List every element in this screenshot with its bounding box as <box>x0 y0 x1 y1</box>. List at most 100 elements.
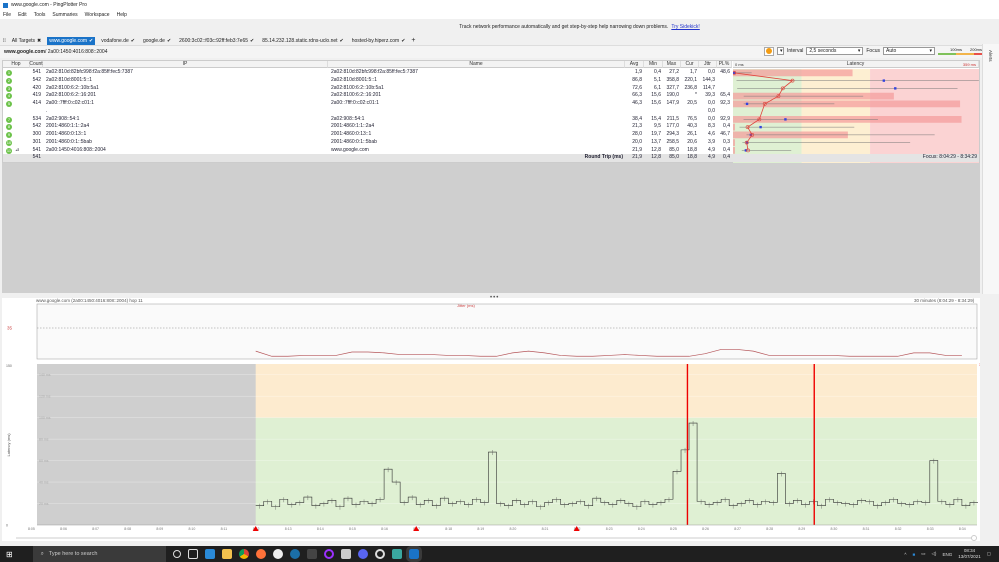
x-tick-label: 8:16 <box>381 527 388 531</box>
tab-3[interactable]: google.de ✔ <box>141 37 173 45</box>
menu-tools[interactable]: Tools <box>34 12 46 18</box>
menu-file[interactable]: File <box>3 12 11 18</box>
volume-icon[interactable]: ◁) <box>931 551 936 557</box>
cell-count: 419 <box>32 92 41 99</box>
interval-select[interactable]: 2,5 seconds ▾ <box>806 47 864 55</box>
sidekick-link[interactable]: Try Sidekick! <box>671 24 699 30</box>
cell-jttr: 144,3 <box>702 76 715 83</box>
network-icon[interactable]: ▭ <box>921 551 925 557</box>
table-row[interactable]: 4 419 2a02:8100:6:2::16:201 2a02:8100:6:2::… <box>3 92 732 100</box>
tab-5[interactable]: 85.14.232.128.static.rdns-uclo.net ✔ <box>260 37 346 45</box>
settings-icon[interactable] <box>374 549 385 559</box>
cell-name: 2001:4860:0:1::5bab <box>331 138 377 145</box>
add-tab-button[interactable]: + <box>411 37 415 44</box>
language-indicator[interactable]: ENG <box>942 552 952 557</box>
tab-0[interactable]: All Targets ✖ <box>10 37 43 45</box>
cell-cur: 20,6 <box>687 138 697 145</box>
header-latency[interactable]: Latency 0 ms 359 ms <box>733 61 979 68</box>
header-cur[interactable]: Cur <box>681 61 699 68</box>
jitter-threshold-label: 35 <box>7 326 13 331</box>
header-min[interactable]: Min <box>644 61 663 68</box>
cell-count: 541 <box>32 69 41 75</box>
jitter-panel <box>36 303 978 360</box>
notifications-icon[interactable]: ▢ <box>987 551 991 557</box>
bluetooth-icon[interactable]: ■ <box>912 552 915 557</box>
windows-start-icon[interactable]: ⊞ <box>6 550 13 559</box>
app-icon[interactable] <box>306 549 317 559</box>
close-icon[interactable]: ✖ <box>37 38 41 44</box>
table-row[interactable]: 9 300 2001:4860:0:13::1 2001:4860:0:13::1 28… <box>3 131 732 139</box>
check-icon[interactable]: ✔ <box>89 38 93 44</box>
taskbar-search[interactable]: ⌕ Type here to search <box>32 546 166 562</box>
alerts-side-tab[interactable]: Alerts <box>982 44 999 294</box>
check-icon[interactable]: ✔ <box>131 38 135 44</box>
app-icon[interactable] <box>391 549 402 559</box>
header-name[interactable]: Name <box>328 61 625 68</box>
discord-icon[interactable] <box>357 549 368 559</box>
table-row[interactable]: 3 420 2a02:8100:6:2::10b:5a1 2a02:8100:6:2:… <box>3 85 732 93</box>
cell-pl: 92,9 <box>720 115 730 122</box>
file-explorer-icon[interactable] <box>221 549 232 559</box>
tab-1[interactable]: www.google.com ✔ <box>47 36 96 45</box>
hop-status-icon: 8 <box>6 124 12 131</box>
hop-status-icon: 5 <box>6 101 12 107</box>
cell-count: 541 <box>32 146 41 153</box>
summary-count: 541 <box>32 154 41 161</box>
tab-2[interactable]: vodafone.de ✔ <box>99 37 137 45</box>
firefox-icon[interactable] <box>255 549 266 559</box>
app-ring-icon[interactable] <box>323 549 334 559</box>
menu-edit[interactable]: Edit <box>18 12 27 18</box>
pause-button[interactable] <box>763 46 774 56</box>
pingplotter-icon[interactable] <box>405 546 422 562</box>
tab-4[interactable]: 2600:3c02::f03c:92ff:feb3:7e65 ✔ <box>177 37 256 45</box>
menu-help[interactable]: Help <box>117 12 127 18</box>
table-row[interactable]: 8 542 2001:4860:1:1::2a4 2001:4860:1:1::2a4… <box>3 123 732 131</box>
header-pl[interactable]: PL% <box>717 61 732 68</box>
steam-icon[interactable] <box>289 549 300 559</box>
table-row[interactable]: 5 414 2a00::7fff:0:c02:c01:1 2a00::7fff:0:c… <box>3 100 732 108</box>
task-view-icon[interactable] <box>187 549 198 559</box>
header-max[interactable]: Max <box>663 61 681 68</box>
y-axis-label: Latency (ms) <box>6 433 11 457</box>
table-row[interactable]: . 0,0 <box>3 108 732 116</box>
header-ip[interactable]: IP <box>43 61 328 68</box>
cell-name: 2001:4860:1:1::2a4 <box>331 123 375 130</box>
table-row[interactable]: 7 534 2a02:908::54:1 2a02:908::54:1 38,4 15,4… <box>3 116 732 124</box>
vscode-icon[interactable] <box>204 549 215 559</box>
table-row[interactable]: 10 301 2001:4860:0:1::5bab 2001:4860:0:1::5… <box>3 139 732 147</box>
chevron-down-icon: ▾ <box>929 48 932 54</box>
table-row[interactable]: 1 541 2a02:810d:82bfc998:f2a:85ff:fec5:738… <box>3 69 732 77</box>
header-avg[interactable]: Avg <box>625 61 644 68</box>
cell-pl <box>717 77 730 84</box>
xbox-icon[interactable] <box>272 549 283 559</box>
cell-pl: 0,4 <box>723 146 730 153</box>
clock[interactable]: 08:34 13/07/2021 <box>958 548 981 560</box>
check-icon[interactable]: ✔ <box>250 38 254 44</box>
x-tick-label: 8:15 <box>349 527 356 531</box>
table-row[interactable]: 11 ⊿ 541 2a00:1450:4016:808::2004 www.google… <box>3 147 732 155</box>
header-jttr[interactable]: Jttr <box>699 61 717 68</box>
check-icon[interactable]: ✔ <box>340 38 344 44</box>
focus-select[interactable]: Auto ▾ <box>883 47 935 55</box>
cortana-icon[interactable] <box>172 550 181 558</box>
time-scrollbar-thumb[interactable] <box>971 535 977 541</box>
breadcrumb-target[interactable]: www.google.com <box>4 49 45 55</box>
menu-summaries[interactable]: Summaries <box>52 12 77 18</box>
tab-6[interactable]: hosted-by.hiperz.com ✔ <box>350 37 408 45</box>
system-tray: ^ ■ ▭ ◁) ENG 08:34 13/07/2021 ▢ <box>904 548 991 560</box>
pause-dropdown[interactable]: ▾ <box>776 47 784 55</box>
app-icon[interactable] <box>340 549 351 559</box>
menu-workspace[interactable]: Workspace <box>85 12 110 18</box>
chrome-icon[interactable] <box>238 549 249 559</box>
header-count[interactable]: Count <box>29 61 43 68</box>
check-icon[interactable]: ✔ <box>167 38 171 44</box>
latency-row-mark <box>733 92 894 100</box>
hop-status-icon: 9 <box>6 132 12 138</box>
x-tick-label: 8:29 <box>798 527 805 531</box>
header-hop[interactable]: Hop <box>3 61 30 68</box>
check-icon[interactable]: ✔ <box>401 38 405 44</box>
y-tick-label: 120 ms <box>39 395 51 399</box>
cell-jttr: 39,3 <box>705 92 715 99</box>
table-row[interactable]: 2 542 2a02:810d:8001:5::1 2a02:810d:8001:5:… <box>3 77 732 85</box>
tray-chevron-icon[interactable]: ^ <box>904 552 906 557</box>
